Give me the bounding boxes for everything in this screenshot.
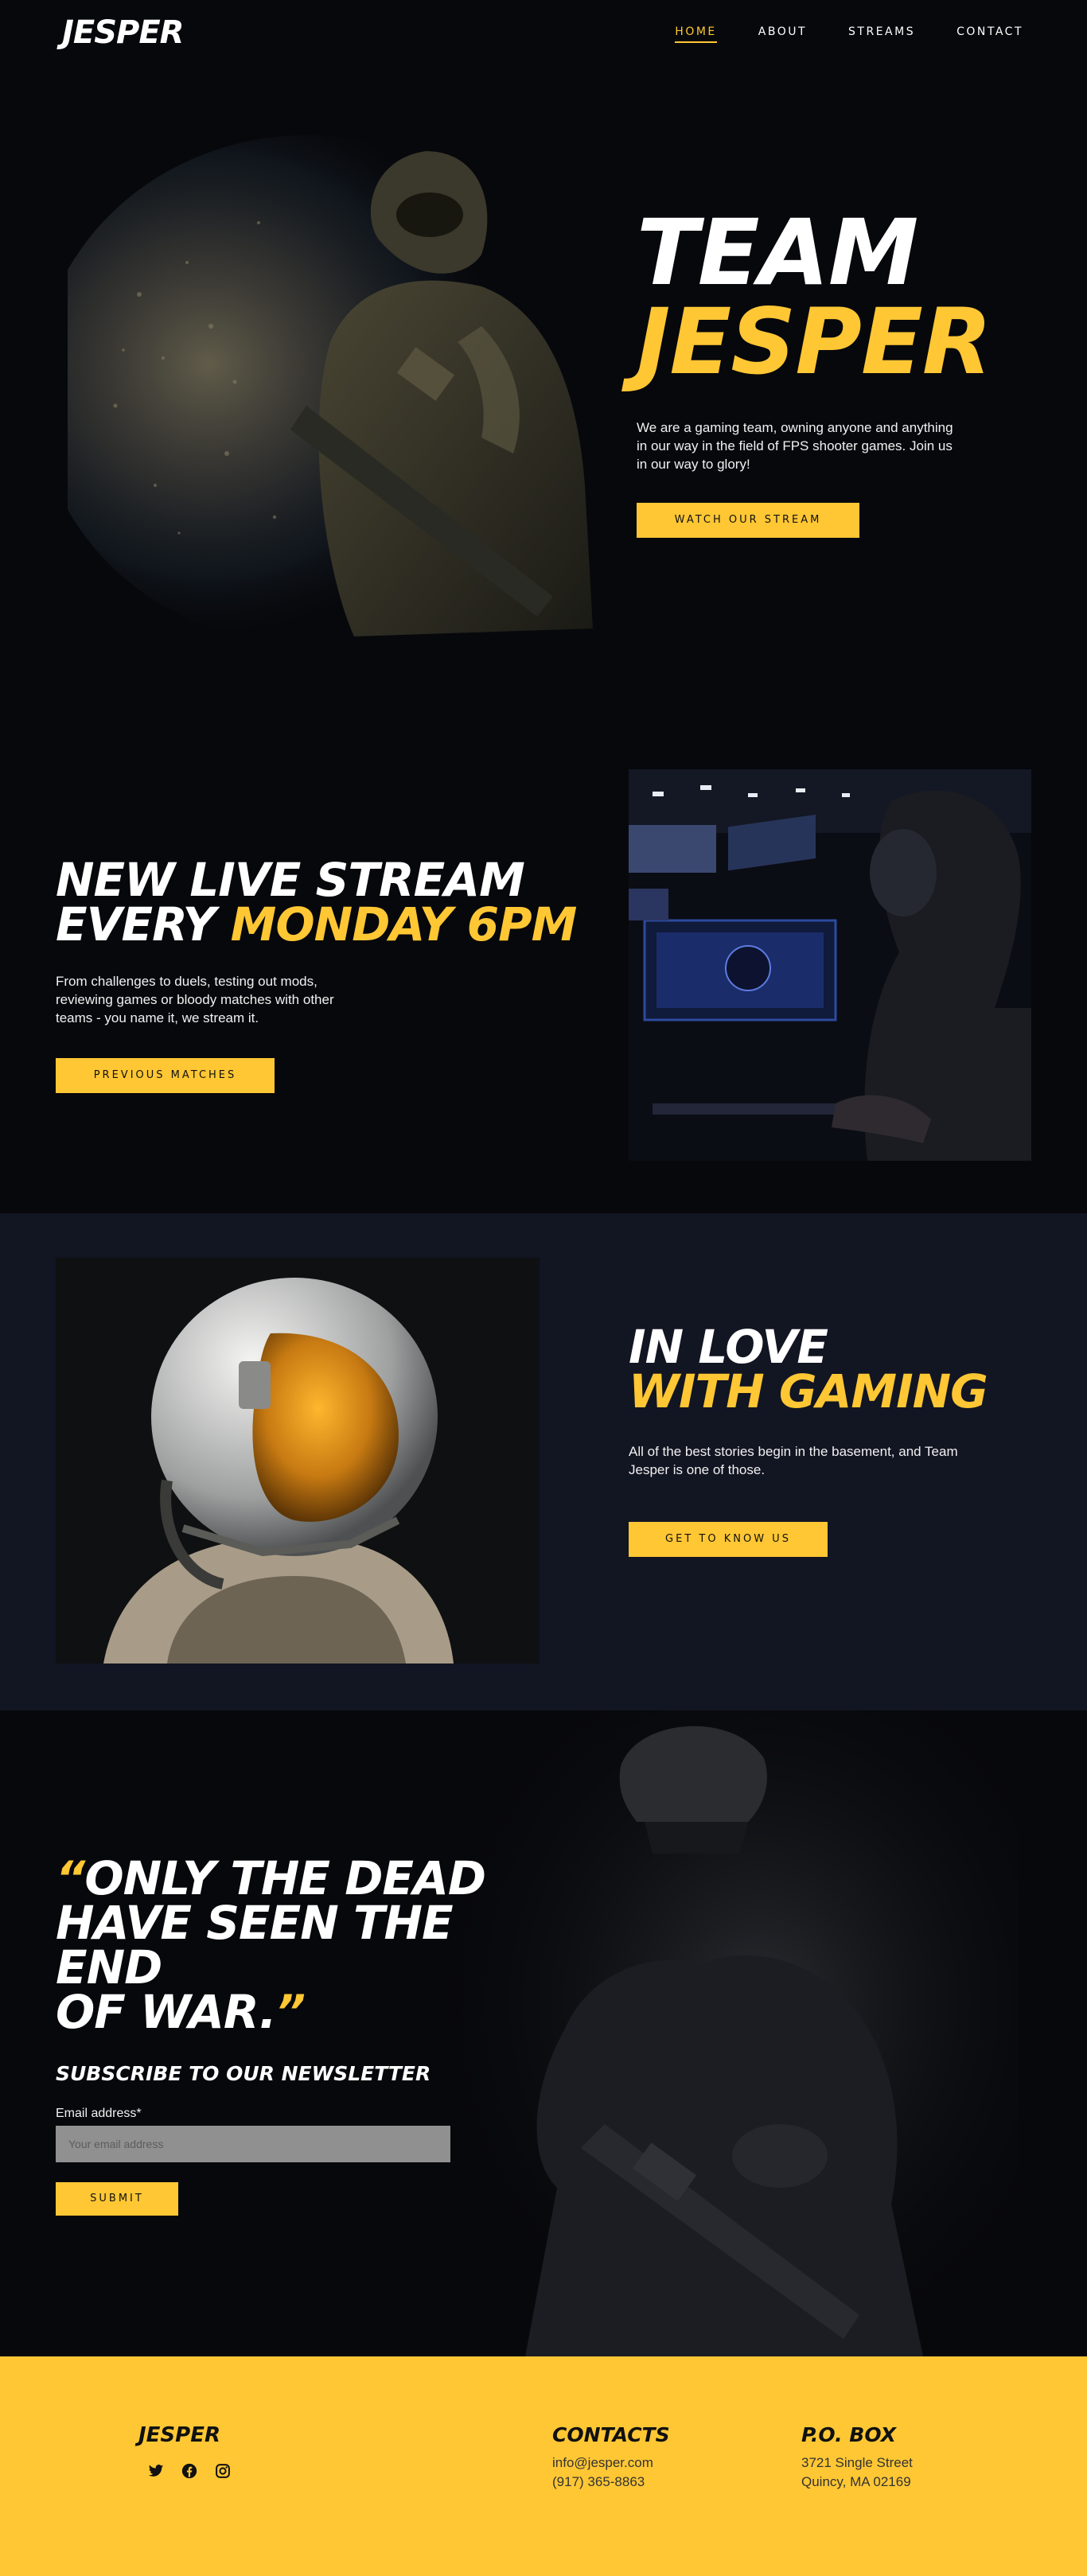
hero-description: We are a gaming team, owning anyone and … [637, 420, 953, 472]
hero-section: TEAM JESPER We are a gaming team, owning… [0, 0, 1087, 716]
quote-line3-text: OF WAR. [56, 1985, 277, 2039]
instagram-icon[interactable] [215, 2463, 231, 2479]
stream-section: NEW LIVE STREAM EVERY MONDAY 6PM From ch… [0, 716, 1087, 1213]
gamer-setup-image [629, 769, 1031, 1161]
love-title-line1: IN LOVE [629, 1320, 828, 1374]
quote-line2: HAVE SEEN THE END [56, 1896, 454, 1994]
astronaut-image [56, 1258, 540, 1664]
previous-matches-button[interactable]: PREVIOUS MATCHES [56, 1058, 275, 1093]
pobox-title: P.O. BOX [801, 2423, 896, 2446]
pobox-city: Quincy, MA 02169 [801, 2474, 911, 2489]
nav-streams[interactable]: STREAMS [848, 25, 915, 43]
stream-title-line1: NEW LIVE STREAM [56, 853, 525, 907]
hero-title: TEAM JESPER [637, 208, 992, 387]
love-title-line2: WITH GAMING [629, 1364, 988, 1418]
nav-about[interactable]: ABOUT [758, 25, 807, 43]
love-title: IN LOVE WITH GAMING [629, 1320, 988, 1418]
newsletter-title: SUBSCRIBE TO OUR NEWSLETTER [56, 2062, 431, 2085]
stream-title-prefix: EVERY [56, 897, 231, 951]
site-logo[interactable]: JESPER [62, 14, 184, 51]
contacts-title: CONTACTS [552, 2423, 670, 2446]
quote-section: “ONLY THE DEAD HAVE SEEN THE END OF WAR.… [0, 1710, 1087, 2356]
footer-logo: JESPER [138, 2423, 220, 2447]
stream-description: From challenges to duels, testing out mo… [56, 974, 334, 1025]
stream-title-highlight: MONDAY 6PM [230, 897, 578, 951]
quote-close-mark: ” [275, 1985, 306, 2039]
quote-line3: OF WAR.” [56, 1989, 549, 2035]
site-footer: JESPER CONTACTS info@jesper.com (917) 36… [0, 2356, 1087, 2576]
contact-phone[interactable]: (917) 365-8863 [552, 2474, 645, 2490]
facebook-icon[interactable] [181, 2463, 197, 2479]
stream-title: NEW LIVE STREAM EVERY MONDAY 6PM [56, 853, 577, 948]
nav-contact[interactable]: CONTACT [956, 25, 1023, 43]
email-label: Email address* [56, 2107, 142, 2120]
submit-button[interactable]: SUBMIT [56, 2182, 178, 2216]
quote-text: “ONLY THE DEAD HAVE SEEN THE END OF WAR.… [56, 1855, 549, 2035]
social-links [148, 2463, 231, 2479]
love-section: IN LOVE WITH GAMING All of the best stor… [0, 1213, 1087, 1710]
hero-title-line1: TEAM [637, 200, 918, 305]
quote-line1: “ONLY THE DEAD [56, 1855, 549, 1901]
site-header: JESPER HOME ABOUT STREAMS CONTACT [0, 0, 1087, 67]
get-to-know-us-button[interactable]: GET TO KNOW US [629, 1522, 828, 1557]
stream-title-line2: EVERY MONDAY 6PM [56, 901, 577, 948]
contact-email[interactable]: info@jesper.com [552, 2455, 653, 2471]
watch-stream-button[interactable]: WATCH OUR STREAM [637, 503, 859, 538]
pobox-street: 3721 Single Street [801, 2455, 913, 2470]
twitter-icon[interactable] [148, 2463, 164, 2479]
hero-soldier-image [68, 135, 593, 644]
love-description: All of the best stories begin in the bas… [629, 1444, 958, 1477]
main-nav: HOME ABOUT STREAMS CONTACT [675, 25, 1023, 43]
email-input[interactable] [56, 2126, 450, 2162]
nav-home[interactable]: HOME [675, 25, 717, 43]
hero-title-line2: JESPER [637, 289, 992, 395]
